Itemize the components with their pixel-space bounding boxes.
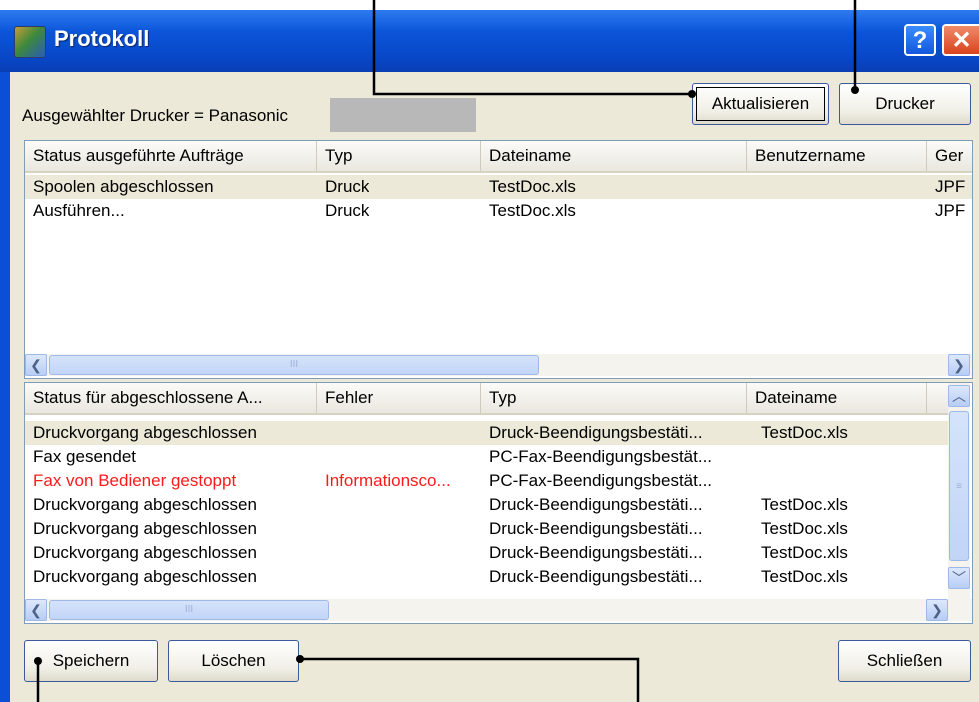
table-row[interactable]: Fax von Bediener gestoppt Informationsco… — [25, 469, 948, 493]
close-button[interactable]: Schließen — [838, 640, 971, 682]
running-jobs-header: Status ausgeführte Aufträge Typ Dateinam… — [25, 141, 972, 173]
running-jobs-list[interactable]: Status ausgeführte Aufträge Typ Dateinam… — [24, 140, 973, 379]
scroll-right-icon[interactable]: ❯ — [948, 354, 970, 376]
cell-type: Druck-Beendigungsbestäti... — [489, 543, 703, 562]
table-row[interactable]: Fax gesendet PC-Fax-Beendigungsbestät... — [25, 445, 948, 469]
cell-type: PC-Fax-Beendigungsbestät... — [489, 447, 713, 466]
column-header[interactable]: Benutzername — [747, 141, 927, 171]
cell-filename: TestDoc.xls — [761, 567, 848, 586]
completed-jobs-header: Status für abgeschlossene A... Fehler Ty… — [25, 383, 948, 415]
cell-filename: TestDoc.xls — [489, 201, 576, 220]
cell-type: Druck-Beendigungsbestäti... — [489, 495, 703, 514]
redacted-printer-model — [330, 98, 476, 132]
cell-type: Druck-Beendigungsbestäti... — [489, 423, 703, 442]
cell-filename: TestDoc.xls — [489, 177, 576, 196]
delete-button[interactable]: Löschen — [168, 640, 299, 682]
scroll-thumb[interactable]: III — [49, 600, 329, 620]
cell-filename: TestDoc.xls — [761, 543, 848, 562]
column-header[interactable]: Fehler — [317, 383, 481, 413]
table-row[interactable]: Druckvorgang abgeschlossen Druck-Beendig… — [25, 541, 948, 565]
scroll-left-icon[interactable]: ❮ — [25, 354, 47, 376]
scroll-down-icon[interactable]: ﹀ — [948, 567, 970, 589]
horizontal-scrollbar[interactable]: ❮ III ❯ — [25, 599, 972, 621]
cell-status: Druckvorgang abgeschlossen — [33, 423, 257, 442]
cell-status: Fax gesendet — [33, 447, 137, 466]
horizontal-scrollbar[interactable]: ❮ III ❯ — [25, 354, 972, 376]
cell-status: Fax von Bediener gestoppt — [33, 471, 237, 490]
cell-status: Spoolen abgeschlossen — [33, 177, 214, 196]
column-header[interactable]: Ger — [927, 141, 972, 171]
cell-status: Druckvorgang abgeschlossen — [33, 495, 257, 514]
scroll-thumb[interactable]: III — [49, 355, 539, 375]
cell-filename: TestDoc.xls — [761, 495, 848, 514]
vertical-scrollbar[interactable]: ︿ ≡ ﹀ — [948, 383, 970, 599]
printer-button[interactable]: Drucker — [839, 83, 971, 125]
column-header[interactable]: Dateiname — [747, 383, 927, 413]
title-bar[interactable]: Protokoll ? ✕ — [0, 10, 979, 72]
cell-device: JPF — [935, 201, 966, 220]
cell-status: Ausführen... — [33, 201, 125, 220]
refresh-button[interactable]: Aktualisieren — [692, 83, 829, 125]
selected-printer-label: Ausgewählter Drucker = Panasonic — [22, 106, 288, 125]
cell-type: Druck — [325, 201, 370, 220]
column-header[interactable]: Status für abgeschlossene A... — [25, 383, 317, 413]
table-row[interactable]: Spoolen abgeschlossen Druck TestDoc.xls … — [25, 175, 972, 199]
cell-status: Druckvorgang abgeschlossen — [33, 567, 257, 586]
column-header[interactable]: Typ — [317, 141, 481, 171]
column-header[interactable]: Dateiname — [481, 141, 747, 171]
save-button[interactable]: Speichern — [24, 640, 158, 682]
cell-filename: TestDoc.xls — [761, 519, 848, 538]
table-row[interactable]: Druckvorgang abgeschlossen Druck-Beendig… — [25, 493, 948, 517]
scroll-thumb[interactable]: ≡ — [949, 411, 969, 561]
cell-type: Druck-Beendigungsbestäti... — [489, 567, 703, 586]
table-row[interactable]: Druckvorgang abgeschlossen Druck-Beendig… — [25, 565, 948, 589]
column-header[interactable]: Status ausgeführte Aufträge — [25, 141, 317, 171]
column-header[interactable]: Typ — [481, 383, 747, 413]
window-title: Protokoll — [54, 26, 150, 51]
cell-type: PC-Fax-Beendigungsbestät... — [489, 471, 713, 490]
scroll-right-icon[interactable]: ❯ — [926, 599, 948, 621]
cell-error: Informationsco... — [325, 471, 451, 490]
scroll-left-icon[interactable]: ❮ — [25, 599, 47, 621]
scroll-up-icon[interactable]: ︿ — [948, 385, 970, 407]
cell-status: Druckvorgang abgeschlossen — [33, 543, 257, 562]
cell-type: Druck — [325, 177, 370, 196]
cell-device: JPF — [935, 177, 966, 196]
cell-status: Druckvorgang abgeschlossen — [33, 519, 257, 538]
close-window-button[interactable]: ✕ — [942, 24, 979, 56]
table-row[interactable]: Druckvorgang abgeschlossen Druck-Beendig… — [25, 517, 948, 541]
table-row[interactable]: Ausführen... Druck TestDoc.xls JPF — [25, 199, 972, 223]
cell-filename: TestDoc.xls — [761, 423, 848, 442]
completed-jobs-list[interactable]: Status für abgeschlossene A... Fehler Ty… — [24, 382, 973, 624]
help-button[interactable]: ? — [904, 24, 936, 56]
cell-type: Druck-Beendigungsbestäti... — [489, 519, 703, 538]
table-row[interactable]: Druckvorgang abgeschlossen Druck-Beendig… — [25, 421, 948, 445]
app-icon — [14, 26, 46, 58]
